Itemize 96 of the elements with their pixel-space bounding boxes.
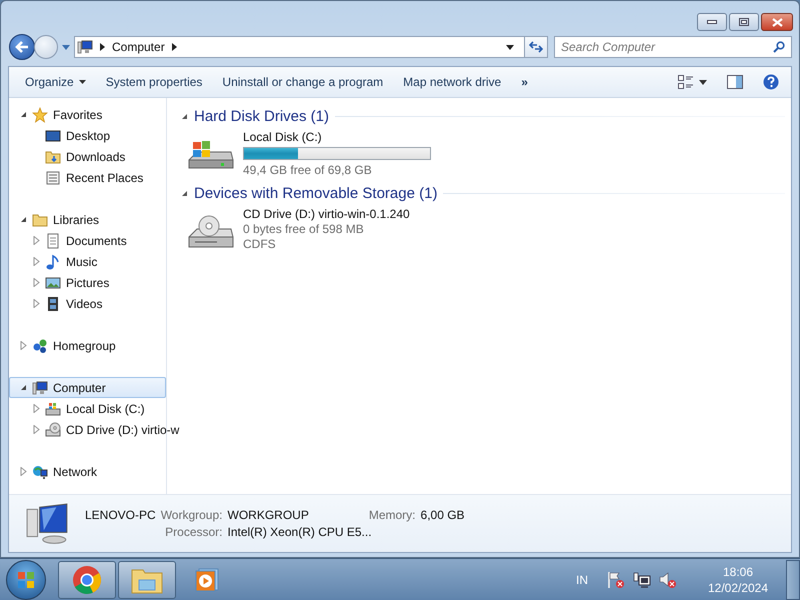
collapse-arrow-icon[interactable] [20,216,27,223]
taskbar-button[interactable] [118,560,176,598]
refresh-icon [529,41,543,53]
windows-logo-icon [17,570,35,588]
nav-item[interactable]: Libraries [9,209,166,230]
expand-arrow-icon[interactable] [20,341,27,350]
desktop-icon [45,128,61,144]
nav-item[interactable]: Desktop [9,125,166,146]
speaker-icon[interactable] [659,570,677,588]
show-desktop-button[interactable] [786,560,800,600]
list-view-icon [678,75,694,89]
search-field[interactable]: Search Computer [554,36,792,58]
search-icon[interactable] [773,41,785,53]
group-heading[interactable]: Devices with Removable Storage (1) [194,184,438,202]
close-icon [772,18,782,26]
nav-item[interactable]: Music [9,251,166,272]
cd-drive-icon [45,422,61,438]
pane-icon [727,75,743,89]
star-icon [32,106,48,122]
drive-name: CD Drive (D:) virtio-win-0.1.240 [243,207,410,221]
collapse-arrow-icon[interactable] [20,384,27,391]
collapse-arrow-icon[interactable] [181,190,188,196]
film-strip-icon [45,296,61,312]
expand-arrow-icon[interactable] [33,299,40,308]
nav-item[interactable]: Documents [9,230,166,251]
network-icon[interactable] [633,570,651,588]
drive-info: CDFS [243,237,277,251]
breadcrumb-arrow-icon[interactable] [172,43,177,51]
flag-icon[interactable] [607,570,625,588]
caret-icon [78,80,86,84]
hard-drive-icon [45,400,61,416]
expand-arrow-icon[interactable] [33,425,40,434]
more-commands-button[interactable]: » [513,72,536,92]
nav-item[interactable]: Homegroup [9,335,166,356]
address-bar[interactable]: Computer [74,36,525,58]
expand-arrow-icon[interactable] [33,278,40,287]
help-icon [763,74,779,90]
toolbar-button[interactable]: System properties [98,72,210,92]
refresh-button[interactable] [524,36,548,58]
toolbar-button[interactable]: Organize [17,72,94,92]
nav-item[interactable]: Computer [9,377,166,398]
nav-item[interactable]: Pictures [9,272,166,293]
homegroup-icon [32,338,48,354]
minimize-icon [707,20,717,24]
detail-value: Intel(R) Xeon(R) CPU E5... [228,525,373,539]
document-icon [45,232,61,248]
close-button[interactable] [761,13,793,31]
expand-arrow-icon[interactable] [33,404,40,413]
detail-value: 6,00 GB [420,508,465,522]
computer-name: LENOVO-PC [85,508,156,522]
breadcrumb[interactable]: Computer [112,40,165,54]
music-note-icon [45,254,61,270]
expand-arrow-icon[interactable] [33,257,40,266]
expand-arrow-icon[interactable] [33,236,40,245]
collapse-arrow-icon[interactable] [181,112,188,120]
drive-name: Local Disk (C:) [243,130,323,144]
minimize-button[interactable] [697,13,727,31]
drive-item[interactable]: CD Drive (D:) virtio-win-0.1.240 0 bytes free of 598 MB CDFS [181,203,437,257]
computer-icon [32,380,48,396]
detail-label: Processor: [164,525,222,539]
nav-item[interactable]: Local Disk (C:) [9,398,166,419]
nav-item[interactable]: CD Drive (D:) virtio-w [9,419,180,440]
drive-item[interactable]: Local Disk (C:) 49,4 GB free of 69,8 GB [181,126,437,183]
nav-item[interactable]: Recent Places [9,167,166,188]
nav-item[interactable]: Favorites [9,104,166,125]
maximize-button[interactable] [729,13,759,31]
group-heading[interactable]: Hard Disk Drives (1) [194,108,330,124]
history-dropdown-icon[interactable] [62,44,70,50]
play-icon [195,568,219,592]
detail-label: Workgroup: [160,508,222,522]
detail-value: WORKGROUP [228,508,309,522]
drive-info: 0 bytes free of 598 MB [243,222,365,236]
network-icon [32,464,48,480]
caret-icon[interactable] [506,44,514,50]
breadcrumb-arrow-icon[interactable] [100,43,105,51]
maximize-icon [739,18,749,26]
browser-icon [72,564,102,594]
toolbar-button[interactable]: Map network drive [395,72,510,92]
collapse-arrow-icon[interactable] [20,111,27,118]
caret-icon [699,80,707,84]
detail-label: Memory: [368,508,416,522]
nav-item[interactable]: Videos [9,293,166,314]
folder-icon [32,212,48,228]
nav-item[interactable]: Downloads [9,146,166,167]
taskbar-button[interactable] [58,560,116,598]
folder-icon [45,148,61,164]
drive-info: 49,4 GB free of 69,8 GB [243,163,373,177]
window-list-icon [45,170,61,186]
computer-icon [77,39,93,55]
toolbar-button[interactable]: Uninstall or change a program [214,72,392,92]
back-button[interactable] [9,34,35,60]
nav-item[interactable]: Network [9,461,166,482]
expand-arrow-icon[interactable] [20,467,27,476]
back-arrow-icon [15,41,29,53]
picture-icon [45,274,61,290]
start-button[interactable] [6,560,46,600]
